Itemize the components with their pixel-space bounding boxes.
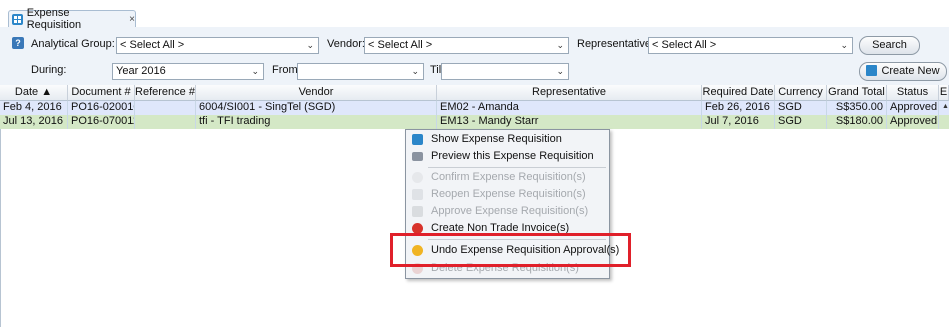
cell-vendor: 6004/SI001 - SingTel (SGD) bbox=[196, 101, 437, 115]
printer-icon bbox=[412, 152, 423, 161]
cell-vendor: tfi - TFI trading bbox=[196, 115, 437, 129]
tab-expense-requisition[interactable]: Expense Requisition × bbox=[8, 7, 136, 31]
col-header-document[interactable]: Document # bbox=[68, 85, 135, 101]
cell-document: PO16-020010 bbox=[68, 101, 135, 115]
cell-required-date: Feb 26, 2016 bbox=[702, 101, 775, 115]
cell-representative: EM13 - Mandy Starr bbox=[437, 115, 702, 129]
analytical-group-select[interactable]: < Select All > ⌄ bbox=[116, 37, 319, 54]
create-new-icon bbox=[866, 65, 878, 76]
chevron-down-icon: ⌄ bbox=[840, 40, 848, 50]
col-header-reference[interactable]: Reference # bbox=[135, 85, 196, 101]
col-header-currency[interactable]: Currency bbox=[775, 85, 827, 101]
cell-required-date: Jul 7, 2016 bbox=[702, 115, 775, 129]
col-header-status[interactable]: Status bbox=[887, 85, 939, 101]
cell-grand-total: S$350.00 bbox=[827, 101, 887, 115]
chevron-down-icon: ⌄ bbox=[251, 66, 259, 76]
col-header-grand-total[interactable]: Grand Total bbox=[827, 85, 887, 101]
cell-reference bbox=[135, 101, 196, 115]
till-date-field[interactable]: ⌄ bbox=[441, 63, 569, 80]
table-row[interactable]: Jul 13, 2016 PO16-070011 tfi - TFI tradi… bbox=[0, 115, 949, 129]
tab-close-icon[interactable]: × bbox=[129, 14, 135, 25]
representative-select[interactable]: < Select All > ⌄ bbox=[648, 37, 853, 54]
menu-item-approve: Approve Expense Requisition(s) bbox=[406, 203, 609, 220]
approve-check-icon bbox=[412, 206, 423, 217]
module-grid-icon bbox=[12, 13, 23, 25]
create-new-button[interactable]: Create New bbox=[859, 62, 947, 81]
scroll-up-arrow-icon[interactable]: ▲ bbox=[942, 103, 949, 110]
chevron-down-icon: ⌄ bbox=[556, 66, 564, 76]
reopen-icon bbox=[412, 189, 423, 200]
chevron-down-icon: ⌄ bbox=[411, 66, 419, 76]
during-label: During: bbox=[31, 64, 67, 76]
from-date-field[interactable]: ⌄ bbox=[297, 63, 424, 80]
during-select[interactable]: Year 2016 ⌄ bbox=[112, 63, 264, 80]
cell-currency: SGD bbox=[775, 101, 827, 115]
confirm-icon bbox=[412, 172, 423, 183]
cell-status: Approved bbox=[887, 115, 939, 129]
col-header-date[interactable]: Date ▲ bbox=[0, 85, 68, 101]
cell-reference bbox=[135, 115, 196, 129]
tab-label: Expense Requisition bbox=[26, 7, 82, 31]
col-header-required-date[interactable]: Required Date bbox=[702, 85, 775, 101]
vendor-select[interactable]: < Select All > ⌄ bbox=[364, 37, 569, 54]
cell-date: Feb 4, 2016 bbox=[0, 101, 68, 115]
cell-grand-total: S$180.00 bbox=[827, 115, 887, 129]
cell-currency: SGD bbox=[775, 115, 827, 129]
help-icon[interactable]: ? bbox=[12, 37, 24, 49]
annotation-highlight-box bbox=[390, 233, 631, 267]
table-row[interactable]: Feb 4, 2016 PO16-020010 6004/SI001 - Sin… bbox=[0, 101, 949, 115]
col-header-representative[interactable]: Representative bbox=[437, 85, 702, 101]
cell-status: Approved bbox=[887, 101, 939, 115]
menu-item-confirm: Confirm Expense Requisition(s) bbox=[406, 169, 609, 186]
representative-label: Representative: bbox=[577, 38, 655, 50]
menu-item-reopen: Reopen Expense Requisition(s) bbox=[406, 186, 609, 203]
vendor-label: Vendor: bbox=[327, 38, 365, 50]
menu-item-preview[interactable]: Preview this Expense Requisition bbox=[406, 148, 609, 165]
cell-date: Jul 13, 2016 bbox=[0, 115, 68, 129]
chevron-down-icon: ⌄ bbox=[306, 40, 314, 50]
cell-document: PO16-070011 bbox=[68, 115, 135, 129]
analytical-group-label: Analytical Group: bbox=[31, 38, 115, 50]
chevron-down-icon: ⌄ bbox=[556, 40, 564, 50]
col-header-extra[interactable]: E bbox=[939, 85, 949, 101]
tab-strip bbox=[0, 0, 949, 27]
col-header-vendor[interactable]: Vendor bbox=[196, 85, 437, 101]
cell-representative: EM02 - Amanda bbox=[437, 101, 702, 115]
menu-item-show[interactable]: Show Expense Requisition bbox=[406, 131, 609, 148]
search-button[interactable]: Search bbox=[859, 36, 920, 55]
show-icon bbox=[412, 134, 423, 145]
